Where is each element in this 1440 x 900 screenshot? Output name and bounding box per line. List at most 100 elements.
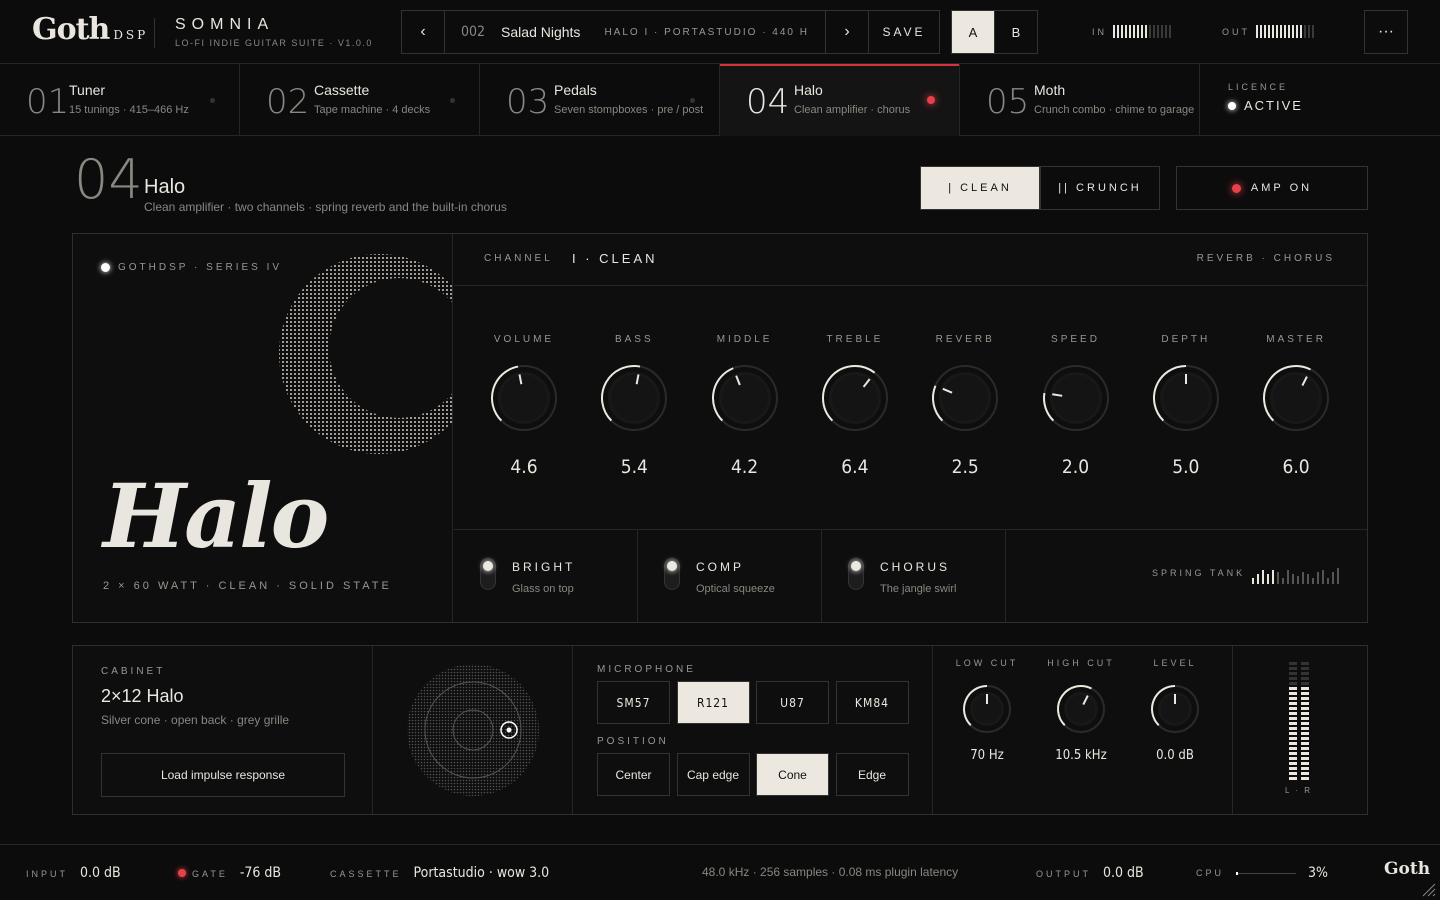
knob-value: 5.4 [620,456,648,478]
knob-bass[interactable] [598,362,670,434]
brand-logo: Goth DSP [32,12,149,47]
cpu-usage: CPU 3% [1196,865,1328,881]
amp-spec: 2 × 60 WATT · CLEAN · SOLID STATE [103,580,392,592]
channel-value: I · CLEAN [572,251,658,266]
knob-label: REVERB [935,334,995,345]
preset-name: Salad Nights [501,24,581,40]
gate-led-icon [178,869,186,877]
mic-option[interactable]: SM57 [597,681,670,724]
lr-meter: L · R [1233,646,1367,814]
tab-tuner[interactable]: 01 Tuner 15 tunings · 415–466 Hz [0,64,240,136]
eq-knob[interactable] [960,682,1014,736]
switch-chorus[interactable]: CHORUS The jangle swirl [822,530,1006,622]
spring-tank-label: SPRING TANK [1152,568,1246,578]
spring-tank-meter [1252,564,1339,584]
channel-clean-button[interactable]: | CLEAN [920,166,1040,210]
gate-level[interactable]: GATE -76 dB [178,865,281,881]
microphone-section: MICROPHONE SM57 R121 U87 KM84 POSITION Cent… [573,646,933,814]
mic-option[interactable]: KM84 [835,681,909,724]
input-level[interactable]: INPUT 0.0 dB [26,865,121,881]
section-subtitle: Clean amplifier · two channels · spring … [144,200,507,214]
output-level[interactable]: OUTPUT 0.0 dB [1036,865,1144,881]
cassette-status[interactable]: CASSETTE Portastudio · wow 3.0 [330,865,549,881]
knob-volume[interactable] [488,362,560,434]
eq-label: HIGH CUT [1047,658,1115,668]
knob-row: VOLUME 4.6 BASS 5.4 MIDDLE 4.2 TREBLE 6.4 REVERB… [454,286,1367,530]
section-title: Halo [144,176,186,198]
switch-row: BRIGHT Glass on top COMP Optical squeeze… [454,530,1367,622]
more-dots-icon: ··· [1378,23,1394,40]
tab-cassette[interactable]: 02 Cassette Tape machine · 4 decks [240,64,480,136]
mic-position-option[interactable]: Center [597,753,670,796]
power-led-icon [1231,183,1241,193]
bright-toggle[interactable] [480,558,496,590]
knob-label: VOLUME [493,334,555,345]
knob-label: SPEED [1051,334,1100,345]
mic-option[interactable]: R121 [676,681,750,724]
knob-value: 6.0 [1282,456,1310,478]
amp-power-button[interactable]: AMP ON [1176,166,1368,210]
tab-halo[interactable]: 04 Halo Clean amplifier · chorus [720,64,960,136]
preset-selector[interactable]: 002 Salad Nights HALO I · PORTASTUDIO · … [444,10,826,54]
mic-option[interactable]: U87 [756,681,829,724]
header: Goth DSP SOMNIA LO-FI INDIE GUITAR SUITE … [0,0,1440,64]
knob-value: 2.5 [951,456,979,478]
licence-status: LICENCE ACTIVE [1228,82,1303,113]
tab-moth[interactable]: 05 Moth Crunch combo · chime to garage [960,64,1200,136]
status-dot-icon [1228,101,1236,110]
knob-label: MIDDLE [716,334,773,345]
knob-label: BASS [614,334,654,345]
audio-info: 48.0 kHz · 256 samples · 0.08 ms plugin … [702,865,959,879]
save-button[interactable]: SAVE [868,10,940,54]
switch-comp[interactable]: COMP Optical squeeze [638,530,822,622]
knob-value: 2.0 [1061,456,1090,478]
eq-value: 0.0 dB [1156,748,1194,763]
cab-eq: LOW CUT 70 Hz HIGH CUT 10.5 kHz LEVEL 0.0 dB [933,646,1233,814]
chevron-right-icon: › [844,23,850,40]
knob-value: 4.6 [510,456,538,478]
eq-value: 70 Hz [970,748,1004,763]
knob-treble[interactable] [819,362,891,434]
knob-value: 4.2 [731,456,759,478]
tab-pedals[interactable]: 03 Pedals Seven stompboxes · pre / post [480,64,720,136]
ab-slot-a[interactable]: A [951,10,995,54]
speaker-view[interactable] [373,646,573,814]
knob-label: DEPTH [1161,334,1211,345]
cabinet-panel: CABINET 2×12 Halo Silver cone · open bac… [72,645,1368,815]
knob-master[interactable] [1260,362,1332,434]
channel-crunch-button[interactable]: || CRUNCH [1040,166,1160,210]
product-title: SOMNIA LO-FI INDIE GUITAR SUITE · V1.0.0 [175,16,373,48]
cabinet-name: 2×12 Halo [101,686,184,706]
load-ir-button[interactable]: Load impulse response [101,753,345,797]
channel-bar: CHANNEL I · CLEAN REVERB · CHORUS [454,234,1367,286]
resize-grip-icon[interactable] [1420,881,1436,897]
active-indicator [927,96,935,104]
next-preset-button[interactable]: › [825,10,869,54]
knob-reverb[interactable] [929,362,1001,434]
knob-label: TREBLE [826,334,884,345]
section-number: 04 [74,148,143,211]
halo-moon-graphic [269,248,453,460]
more-menu-button[interactable]: ··· [1364,10,1408,54]
knob-speed[interactable] [1040,362,1112,434]
knob-middle[interactable] [709,362,781,434]
ab-slot-b[interactable]: B [994,10,1038,54]
comp-toggle[interactable] [664,558,680,590]
knob-depth[interactable] [1150,362,1222,434]
mic-position-option[interactable]: Edge [835,753,909,796]
chorus-toggle[interactable] [848,558,864,590]
switch-bright[interactable]: BRIGHT Glass on top [454,530,638,622]
amp-faceplate: GOTHDSP · SERIES IV Halo 2 × 60 WATT · C… [73,234,453,622]
module-tabs: 01 Tuner 15 tunings · 415–466 Hz 02 Cassett… [0,64,1440,136]
amp-panel: GOTHDSP · SERIES IV Halo 2 × 60 WATT · C… [72,233,1368,623]
eq-label: LOW CUT [955,658,1019,668]
input-meter: IN [1092,25,1171,38]
amp-script-logo: Halo [103,464,329,568]
eq-knob[interactable] [1054,682,1108,736]
preset-meta: HALO I · PORTASTUDIO · 440 H [604,26,809,38]
mic-position-option[interactable]: Cap edge [676,753,750,796]
mic-position-option[interactable]: Cone [756,753,829,796]
prev-preset-button[interactable]: ‹ [401,10,445,54]
eq-knob[interactable] [1148,682,1202,736]
output-meter: OUT [1222,25,1314,38]
